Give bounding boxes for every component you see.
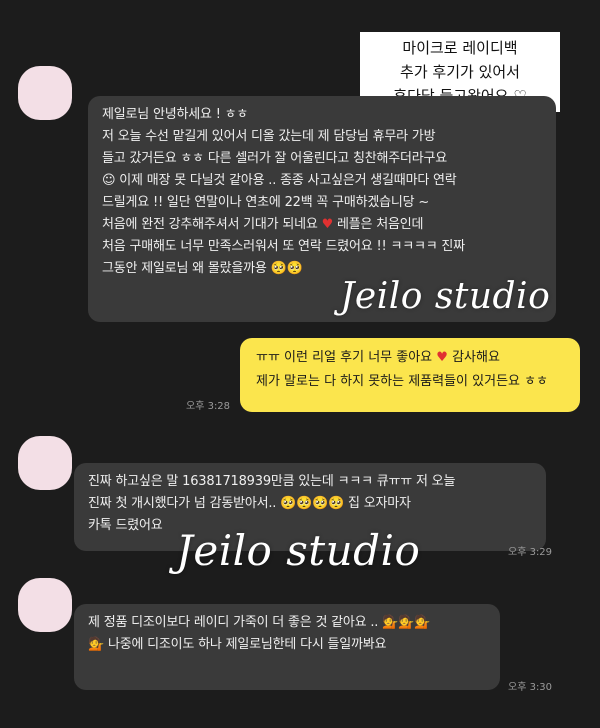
message-text: 제가 말로는 다 하지 못하는 제품력들이 있거든요 ㅎㅎ	[256, 374, 549, 389]
message-text-part: ㅠㅠ 이런 리얼 후기 너무 좋아요	[256, 350, 433, 365]
message-text: 처음에 완전 강추해주셔서 기대가 되네요 ♥ 레플은 처음인데	[102, 214, 542, 236]
message-text: 진짜 하고싶은 말 16381718939만큼 있는데 ㅋㅋㅋ 큐ㅠㅠ 저 오늘	[88, 474, 456, 489]
message-text: 저 오늘 수선 맡길게 있어서 디올 갔는데 제 담당님 휴무라 가방	[102, 129, 436, 144]
heart-icon: ♥	[436, 350, 448, 365]
chat-screen: 마이크로 레이디백 추가 후기가 있어서 후다닥 들고왔어요 ♡ 제일로님 안녕…	[0, 0, 600, 728]
watermark: Jeilo studio	[176, 526, 421, 575]
avatar[interactable]	[18, 66, 72, 120]
message-time: 오후 3:30	[508, 682, 553, 693]
avatar[interactable]	[18, 578, 72, 632]
message-text-part: 제 정품 디조이보다 레이디 가죽이 더 좋은 것 같아요 ..	[88, 615, 379, 630]
outgoing-message-bubble: ㅠㅠ 이런 리얼 후기 너무 좋아요 ♥ 감사해요 제가 말로는 다 하지 못하…	[240, 338, 580, 412]
message-time: 오후 3:29	[508, 547, 553, 558]
message-text: 처음 구매해도 너무 만족스러워서 또 연락 드렸어요 !! ㅋㅋㅋㅋ 진짜	[102, 239, 465, 254]
caption-line: 추가 후기가 있어서	[400, 63, 520, 81]
message-text-part: 나중에 디조이도 하나 제일로님한테 다시 들일까봐요	[107, 637, 387, 652]
message-text: ☺ 이제 매장 못 다닐것 같아용 .. 종종 사고싶은거 생길때마다 연락	[102, 173, 457, 188]
message-text: 제 정품 디조이보다 레이디 가죽이 더 좋은 것 같아요 .. 💁💁💁	[88, 612, 486, 634]
message-bubble: 제 정품 디조이보다 레이디 가죽이 더 좋은 것 같아요 .. 💁💁💁 💁 나…	[74, 604, 500, 690]
avatar[interactable]	[18, 436, 72, 490]
message-text: 들고 갔거든요 ㅎㅎ 다른 셀러가 잘 어울린다고 칭찬해주더라구요	[102, 151, 448, 166]
message-text-part: 처음에 완전 강추해주셔서 기대가 되네요	[102, 217, 318, 232]
watermark: Jeilo studio	[340, 276, 551, 317]
message-text-part: 레플은 처음인데	[337, 217, 424, 232]
message-time: 오후 3:28	[186, 401, 231, 412]
message-text: 💁 나중에 디조이도 하나 제일로님한테 다시 들일까봐요	[88, 634, 486, 656]
message-text: 제일로님 안녕하세요 ! ㅎㅎ	[102, 107, 249, 122]
person-icon: 💁	[88, 637, 104, 652]
caption-line: 마이크로 레이디백	[402, 39, 518, 57]
message-text-part: 감사해요	[452, 350, 500, 365]
person-icon: 💁💁💁	[382, 615, 431, 630]
message-text: ㅠㅠ 이런 리얼 후기 너무 좋아요 ♥ 감사해요	[256, 346, 564, 370]
message-text: 진짜 첫 개시했다가 넘 감동받아서.. 🥺🥺🥺🥺 집 오자마자	[88, 496, 411, 511]
message-text: 드릴게요 !! 일단 연말이나 연초에 22백 꼭 구매하겠습니당 ~	[102, 195, 430, 210]
heart-icon: ♥	[321, 217, 334, 232]
